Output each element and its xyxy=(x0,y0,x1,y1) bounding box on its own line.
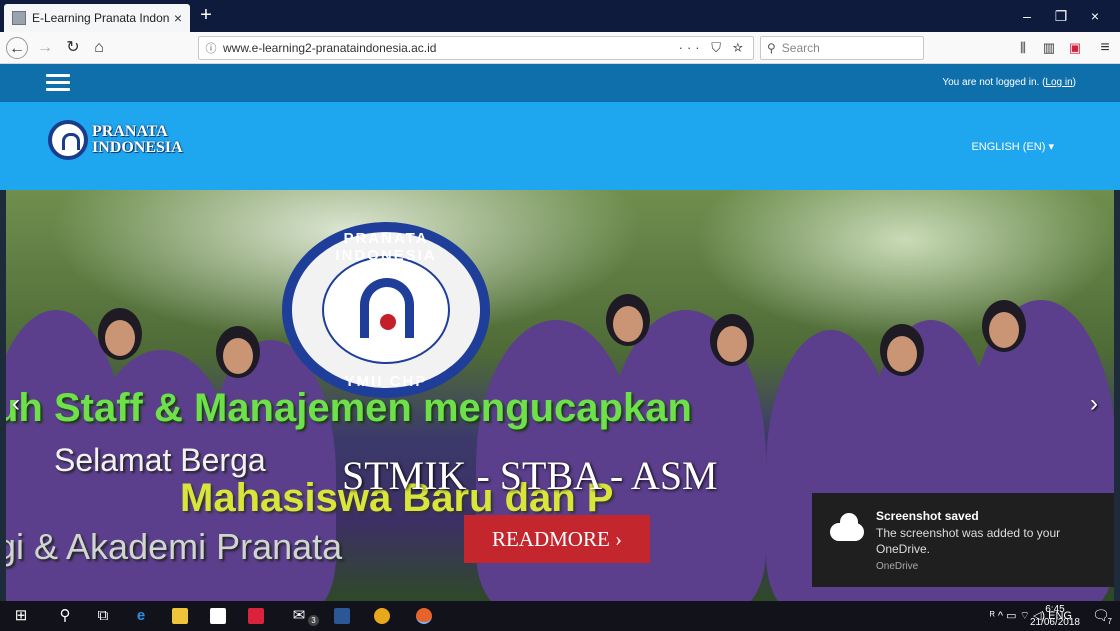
mail-icon[interactable]: ✉ xyxy=(286,604,312,628)
browser-nav-bar: ← → ↻ ⌂ ⓘ www.e-learning2-pranataindones… xyxy=(0,32,1120,64)
favicon-icon xyxy=(12,11,26,25)
slide-photo-face xyxy=(887,336,917,372)
clock-date: 21/06/2018 xyxy=(1029,617,1080,628)
library-icon[interactable]: ⫼ xyxy=(1012,37,1034,59)
onedrive-cloud-icon xyxy=(830,513,864,541)
file-explorer-icon[interactable] xyxy=(172,608,188,624)
reload-icon[interactable]: ↻ xyxy=(62,37,84,59)
logo-text-line1: PRANATA xyxy=(92,123,168,140)
slide-photo-face xyxy=(989,312,1019,348)
slide-seal-logo: PRANATA INDONESIA YMII CHP xyxy=(282,222,490,398)
firefox-icon[interactable] xyxy=(416,608,432,624)
store-icon[interactable] xyxy=(210,608,226,624)
word-icon[interactable] xyxy=(334,608,350,624)
address-bar[interactable]: ⓘ www.e-learning2-pranataindonesia.ac.id… xyxy=(198,36,754,60)
mail-badge: 3 xyxy=(308,615,319,626)
url-text[interactable]: www.e-learning2-pranataindonesia.ac.id xyxy=(223,41,679,55)
sidebar-icon[interactable]: ▥ xyxy=(1038,37,1060,59)
onedrive-toast[interactable]: Screenshot saved The screenshot was adde… xyxy=(812,493,1114,587)
search-icon: ⚲ xyxy=(767,41,776,55)
slide-photo-face xyxy=(717,326,747,362)
readmore-button[interactable]: READMORE › xyxy=(464,515,650,563)
logo-seal-icon xyxy=(48,120,88,160)
browser-tab[interactable]: E-Learning Pranata Indonesia × xyxy=(4,4,190,32)
info-icon[interactable]: ⓘ xyxy=(199,40,223,56)
hamburger-menu-icon[interactable] xyxy=(46,74,70,92)
slide-banner-line1: uh Staff & Manajemen mengucapkan xyxy=(6,386,692,430)
slide-photo-face xyxy=(223,338,253,374)
site-top-bar: You are not logged in. (Log in) xyxy=(0,64,1120,102)
back-arrow-icon[interactable]: ← xyxy=(6,37,28,59)
browser-tab-strip: E-Learning Pranata Indonesia × + – ❐ × xyxy=(0,0,1120,32)
login-status: You are not logged in. (Log in) xyxy=(942,77,1076,88)
logo-text-line2: INDONESIA xyxy=(92,139,183,156)
new-tab-button[interactable]: + xyxy=(194,4,218,28)
site-logo[interactable]: PRANATA INDONESIA xyxy=(48,120,183,160)
close-window-button[interactable]: × xyxy=(1080,6,1110,26)
toast-message: The screenshot was added to your OneDriv… xyxy=(876,526,1061,556)
slide-photo-face xyxy=(613,306,643,342)
home-icon[interactable]: ⌂ xyxy=(88,37,110,59)
restore-button[interactable]: ❐ xyxy=(1046,6,1076,26)
forward-arrow-icon[interactable]: → xyxy=(34,37,56,59)
slide-caption-title: STMIK - STBA - ASM xyxy=(342,453,718,498)
slide-next-icon[interactable]: › xyxy=(1090,390,1098,418)
toast-title: Screenshot saved xyxy=(876,509,979,523)
search-input[interactable]: ⚲ Search xyxy=(760,36,924,60)
clock[interactable]: 6:45 21/06/2018 xyxy=(1030,603,1080,629)
pocket-icon[interactable]: ▣ xyxy=(1064,37,1086,59)
task-view-icon[interactable]: ⧉ xyxy=(90,604,116,628)
search-placeholder: Search xyxy=(781,41,820,55)
minimize-button[interactable]: – xyxy=(1012,6,1042,26)
start-icon[interactable]: ⊞ xyxy=(8,604,34,628)
slide-banner-line2: Selamat Berga xyxy=(54,442,266,478)
login-link[interactable]: Log in xyxy=(1045,77,1072,88)
menu-icon[interactable]: ≡ xyxy=(1094,37,1116,59)
close-tab-icon[interactable]: × xyxy=(174,10,182,26)
slide-photo-face xyxy=(105,320,135,356)
notif-badge: 7 xyxy=(1107,617,1112,626)
search-icon[interactable]: ⚲ xyxy=(52,604,78,628)
tab-title: E-Learning Pranata Indonesia xyxy=(32,11,170,25)
chrome-icon[interactable] xyxy=(374,608,390,624)
page-actions-icon[interactable]: ··· ⛉ ☆ xyxy=(679,40,753,56)
edge-icon[interactable]: e xyxy=(128,604,154,628)
site-header: PRANATA INDONESIA ENGLISH (EN) ▾ xyxy=(0,102,1120,190)
windows-taskbar: ⊞ ⚲ ⧉ e ✉ 3 ᴿ ^ ▭ ⌔ ◁) ENG 6:45 21/06/20… xyxy=(0,601,1120,631)
language-selector[interactable]: ENGLISH (EN) ▾ xyxy=(971,140,1054,153)
slide-banner-line4: gi & Akademi Pranata xyxy=(6,526,343,567)
gift-icon[interactable] xyxy=(248,608,264,624)
slide-prev-icon[interactable]: ‹ xyxy=(12,390,20,418)
toast-source: OneDrive xyxy=(876,561,919,572)
clock-time: 6:45 xyxy=(1045,604,1065,615)
